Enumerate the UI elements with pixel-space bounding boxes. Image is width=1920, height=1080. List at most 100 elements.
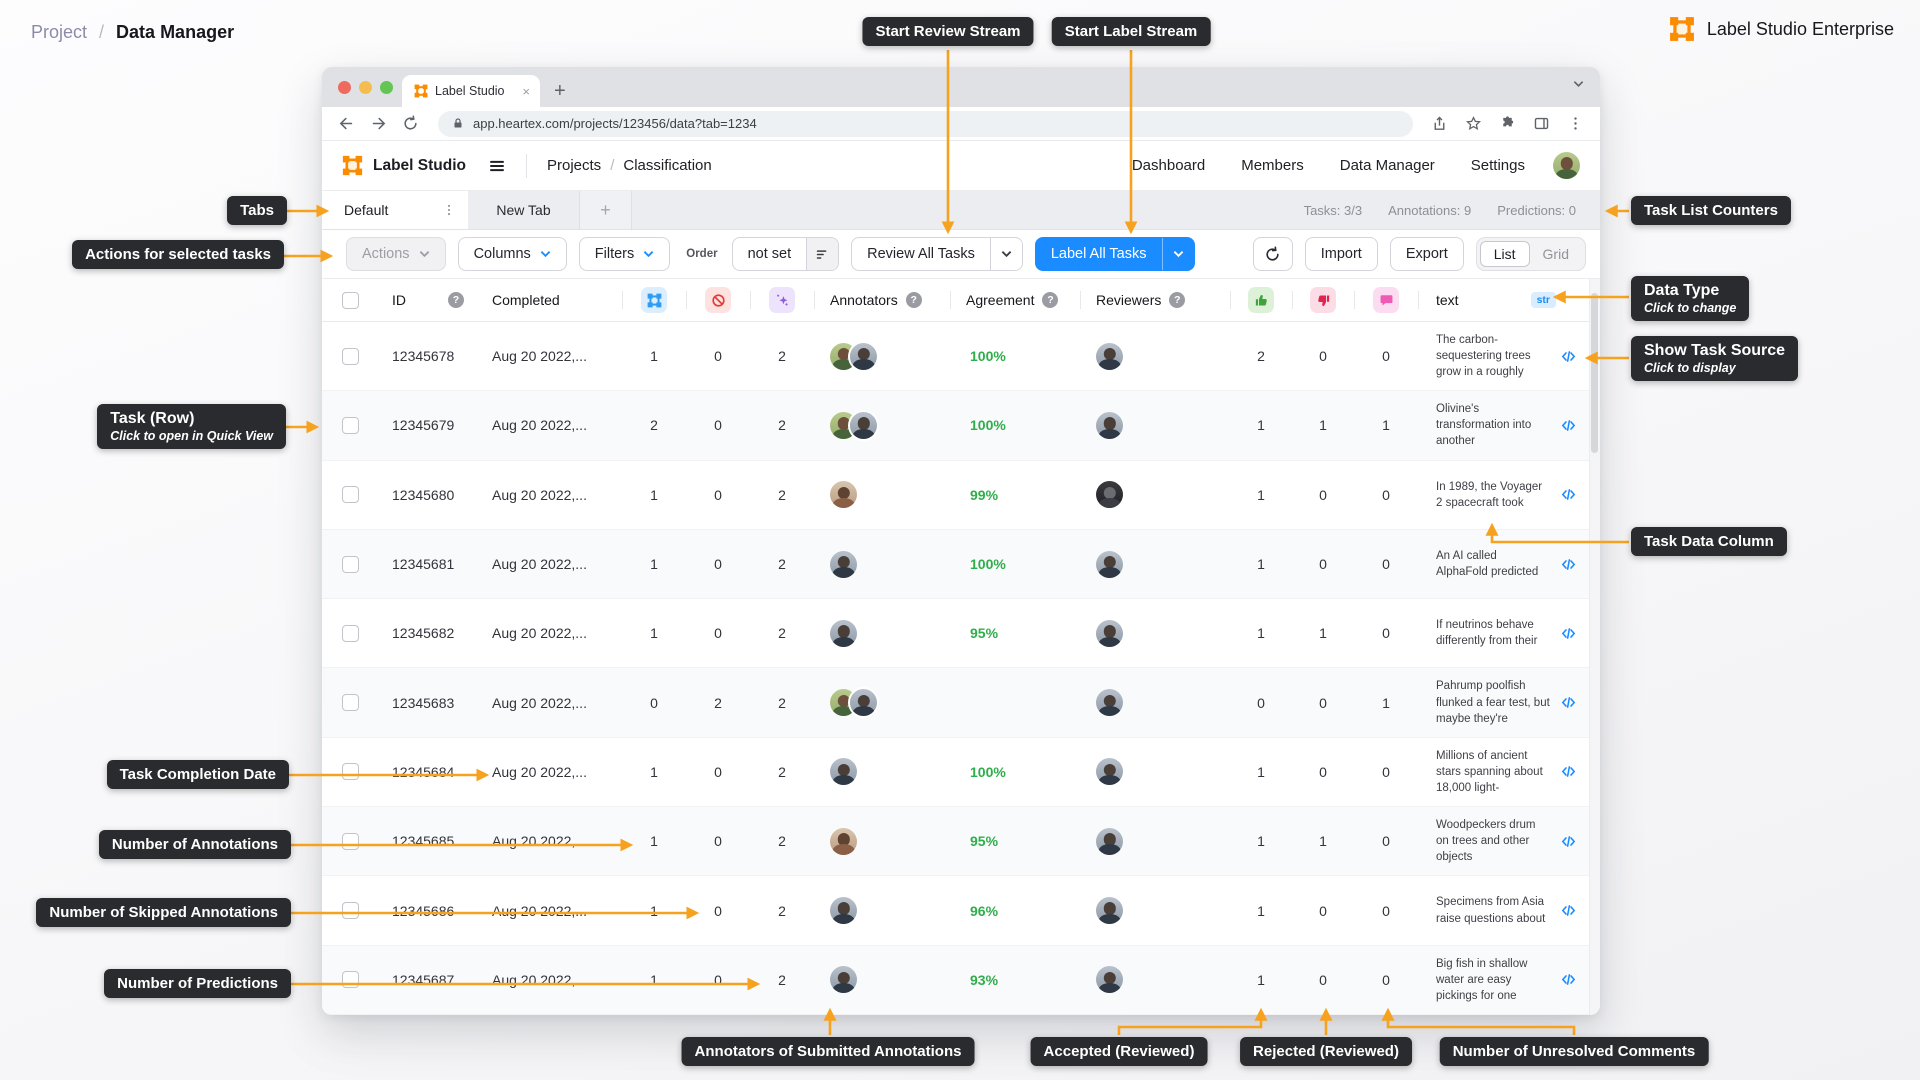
data-type-badge[interactable]: str bbox=[1531, 292, 1556, 308]
address-bar[interactable]: app.heartex.com/projects/123456/data?tab… bbox=[438, 111, 1413, 137]
actions-button[interactable]: Actions bbox=[346, 237, 446, 271]
view-list-button[interactable]: List bbox=[1480, 241, 1530, 267]
skipped-count: 0 bbox=[686, 764, 750, 780]
project-name[interactable]: Classification bbox=[623, 157, 711, 174]
breadcrumb-parent[interactable]: Project bbox=[31, 22, 87, 43]
show-task-source-code-icon[interactable] bbox=[1560, 348, 1577, 365]
column-header-id[interactable]: ID ? bbox=[368, 279, 476, 321]
table-row[interactable]: 12345680 Aug 20 2022,... 1 0 2 99% 1 0 0… bbox=[322, 461, 1600, 530]
accepted-count: 1 bbox=[1230, 764, 1292, 780]
show-task-source-code-icon[interactable] bbox=[1560, 625, 1577, 642]
show-task-source-code-icon[interactable] bbox=[1560, 556, 1577, 573]
show-task-source-code-icon[interactable] bbox=[1560, 763, 1577, 780]
nav-link-data-manager[interactable]: Data Manager bbox=[1340, 157, 1435, 174]
show-task-source-code-icon[interactable] bbox=[1560, 971, 1577, 988]
browser-tabstrip: Label Studio × + bbox=[322, 67, 1600, 107]
table-row[interactable]: 12345686 Aug 20 2022,... 1 0 2 96% 1 0 0… bbox=[322, 876, 1600, 945]
row-checkbox[interactable] bbox=[342, 348, 359, 365]
share-icon[interactable] bbox=[1431, 115, 1448, 132]
projects-link[interactable]: Projects bbox=[547, 157, 601, 174]
tab-default[interactable]: Default bbox=[322, 191, 468, 229]
close-window-button[interactable] bbox=[338, 81, 351, 94]
close-tab-icon[interactable]: × bbox=[522, 84, 530, 99]
minimize-window-button[interactable] bbox=[359, 81, 372, 94]
nav-link-members[interactable]: Members bbox=[1241, 157, 1304, 174]
browser-menu-kebab-icon[interactable] bbox=[1567, 115, 1584, 132]
show-task-source-code-icon[interactable] bbox=[1560, 486, 1577, 503]
export-button[interactable]: Export bbox=[1390, 237, 1464, 271]
label-options-chevron-icon[interactable] bbox=[1162, 238, 1194, 270]
filters-button[interactable]: Filters bbox=[579, 237, 670, 271]
thumb-up-icon[interactable] bbox=[1248, 287, 1274, 313]
maximize-window-button[interactable] bbox=[380, 81, 393, 94]
callout-tabs: Tabs bbox=[227, 196, 287, 225]
columns-button[interactable]: Columns bbox=[458, 237, 567, 271]
show-task-source-code-icon[interactable] bbox=[1560, 694, 1577, 711]
column-header-accepted[interactable] bbox=[1230, 279, 1292, 321]
row-checkbox[interactable] bbox=[342, 486, 359, 503]
reviewers-avatars bbox=[1080, 897, 1230, 924]
column-header-annotations[interactable] bbox=[622, 279, 686, 321]
row-checkbox[interactable] bbox=[342, 417, 359, 434]
show-task-source-code-icon[interactable] bbox=[1560, 833, 1577, 850]
import-button[interactable]: Import bbox=[1305, 237, 1378, 271]
annotations-count-icon[interactable] bbox=[641, 287, 667, 313]
bookmark-star-icon[interactable] bbox=[1465, 115, 1482, 132]
refresh-button[interactable] bbox=[1253, 237, 1293, 271]
table-row[interactable]: 12345678 Aug 20 2022,... 1 0 2 100% 2 0 … bbox=[322, 322, 1600, 391]
skipped-annotations-icon[interactable] bbox=[705, 287, 731, 313]
nav-link-dashboard[interactable]: Dashboard bbox=[1132, 157, 1205, 174]
tab-new-tab[interactable]: New Tab bbox=[468, 191, 580, 229]
show-task-source-code-icon[interactable] bbox=[1560, 902, 1577, 919]
row-checkbox[interactable] bbox=[342, 833, 359, 850]
show-task-source-code-icon[interactable] bbox=[1560, 417, 1577, 434]
forward-icon[interactable] bbox=[370, 115, 387, 132]
column-header-completed[interactable]: Completed bbox=[476, 279, 622, 321]
review-all-tasks-button[interactable]: Review All Tasks bbox=[851, 237, 1023, 271]
column-header-skipped[interactable] bbox=[686, 279, 750, 321]
reload-icon[interactable] bbox=[402, 115, 419, 132]
column-header-comments[interactable] bbox=[1354, 279, 1418, 321]
column-header-agreement[interactable]: Agreement ? bbox=[950, 279, 1080, 321]
column-header-reviewers[interactable]: Reviewers ? bbox=[1080, 279, 1230, 321]
side-panel-icon[interactable] bbox=[1533, 115, 1550, 132]
tab-options-kebab-icon[interactable] bbox=[442, 203, 456, 217]
comment-icon[interactable] bbox=[1373, 287, 1399, 313]
browser-profile-chevron-icon[interactable] bbox=[1573, 80, 1584, 88]
row-checkbox[interactable] bbox=[342, 763, 359, 780]
select-all-checkbox[interactable] bbox=[342, 292, 359, 309]
row-checkbox[interactable] bbox=[342, 902, 359, 919]
table-row[interactable]: 12345679 Aug 20 2022,... 2 0 2 100% 1 1 … bbox=[322, 391, 1600, 460]
order-control[interactable]: not set bbox=[732, 237, 840, 271]
extension-puzzle-icon[interactable] bbox=[1499, 115, 1516, 132]
nav-link-settings[interactable]: Settings bbox=[1471, 157, 1525, 174]
browser-tab[interactable]: Label Studio × bbox=[402, 75, 540, 107]
table-scrollbar[interactable] bbox=[1589, 279, 1600, 1015]
predictions-sparkles-icon[interactable] bbox=[769, 287, 795, 313]
table-row[interactable]: 12345687 Aug 20 2022,... 1 0 2 93% 1 0 0… bbox=[322, 946, 1600, 1015]
table-row[interactable]: 12345681 Aug 20 2022,... 1 0 2 100% 1 0 … bbox=[322, 530, 1600, 599]
column-header-rejected[interactable] bbox=[1292, 279, 1354, 321]
view-grid-button[interactable]: Grid bbox=[1530, 242, 1582, 266]
row-checkbox[interactable] bbox=[342, 625, 359, 642]
column-header-text[interactable]: text str bbox=[1418, 279, 1580, 321]
hamburger-menu-icon[interactable] bbox=[488, 157, 506, 175]
table-row[interactable]: 12345682 Aug 20 2022,... 1 0 2 95% 1 1 0… bbox=[322, 599, 1600, 668]
table-row[interactable]: 12345685 Aug 20 2022,... 1 0 2 95% 1 1 0… bbox=[322, 807, 1600, 876]
scrollbar-thumb[interactable] bbox=[1591, 293, 1598, 453]
thumb-down-icon[interactable] bbox=[1310, 287, 1336, 313]
back-icon[interactable] bbox=[338, 115, 355, 132]
sort-direction-icon[interactable] bbox=[806, 238, 838, 270]
row-checkbox[interactable] bbox=[342, 694, 359, 711]
table-row[interactable]: 12345683 Aug 20 2022,... 0 2 2 0 0 1 Pah… bbox=[322, 668, 1600, 737]
label-all-tasks-button[interactable]: Label All Tasks bbox=[1035, 237, 1195, 271]
row-checkbox[interactable] bbox=[342, 556, 359, 573]
row-checkbox[interactable] bbox=[342, 971, 359, 988]
review-options-chevron-icon[interactable] bbox=[990, 238, 1022, 270]
user-avatar[interactable] bbox=[1553, 152, 1580, 179]
add-tab-icon[interactable]: + bbox=[580, 191, 632, 229]
column-header-predictions[interactable] bbox=[750, 279, 814, 321]
table-row[interactable]: 12345684 Aug 20 2022,... 1 0 2 100% 1 0 … bbox=[322, 738, 1600, 807]
column-header-annotators[interactable]: Annotators ? bbox=[814, 279, 950, 321]
new-tab-icon[interactable]: + bbox=[554, 76, 566, 106]
